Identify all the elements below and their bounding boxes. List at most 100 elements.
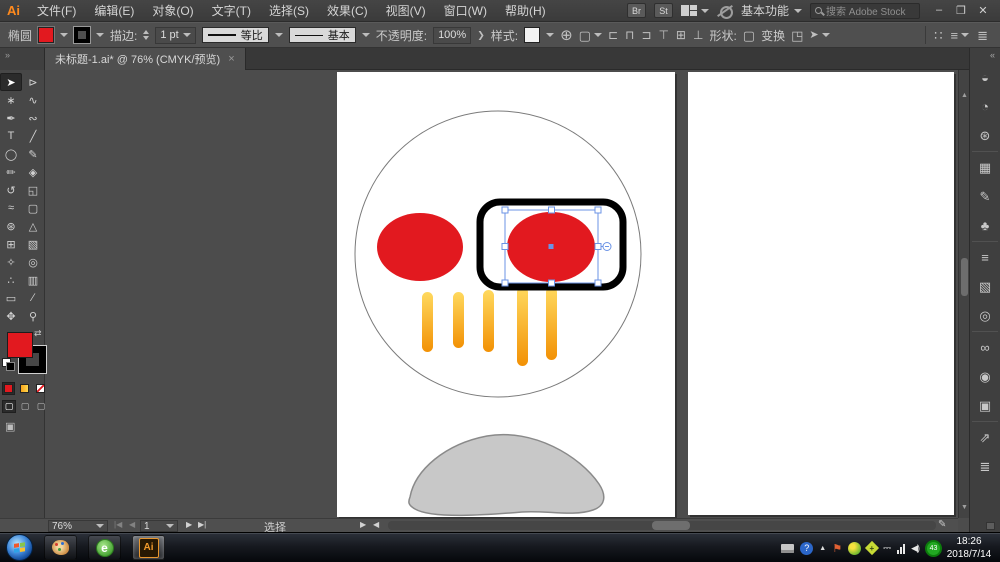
document-tab[interactable]: 未标题-1.ai* @ 76% (CMYK/预览) ×	[45, 48, 246, 70]
zoom-tool[interactable]: ⚲	[22, 307, 44, 325]
width-tool[interactable]: ≈	[0, 199, 22, 217]
cc-libraries-panel-icon[interactable]: ∞	[970, 333, 1000, 362]
brush-definition-dropdown[interactable]: 基本	[289, 27, 356, 43]
swatches-panel-icon[interactable]: ▦	[970, 153, 1000, 182]
lasso-tool[interactable]: ∿	[22, 91, 44, 109]
network-globe-icon[interactable]	[848, 542, 861, 555]
column-graph-tool[interactable]: ▥	[22, 271, 44, 289]
curvature-tool[interactable]: ∾	[22, 109, 44, 127]
blend-tool[interactable]: ◎	[22, 253, 44, 271]
selection-tool[interactable]: ➤	[0, 73, 22, 91]
mesh-tool[interactable]: ⊞	[0, 235, 22, 253]
export-panel-icon[interactable]: ⇗	[970, 423, 1000, 452]
first-artboard-icon[interactable]: |◀	[114, 520, 122, 529]
ellipse-tool[interactable]: ◯	[0, 145, 22, 163]
artboard-navigation-dropdown[interactable]: 1	[140, 520, 178, 532]
fill-dropdown-icon[interactable]	[60, 33, 68, 37]
menu-file[interactable]: 文件(F)	[28, 2, 85, 19]
shape-builder-tool[interactable]: ⊛	[0, 217, 22, 235]
menu-type[interactable]: 文字(T)	[203, 2, 260, 19]
taskbar-clock[interactable]: 18:26 2018/7/14	[941, 535, 997, 561]
chevron-down-icon[interactable]	[546, 33, 554, 37]
gradient-tool[interactable]: ▧	[22, 235, 44, 253]
hand-tool[interactable]: ✥	[0, 307, 22, 325]
gradient-panel-icon[interactable]: ▧	[970, 272, 1000, 301]
graphic-styles-panel-icon[interactable]: ▣	[970, 391, 1000, 420]
touch-workspace-icon[interactable]	[717, 4, 733, 17]
prev-artboard-icon[interactable]: ◀	[129, 520, 135, 529]
scroll-left-icon[interactable]: ▶	[360, 520, 366, 529]
stroke-width-value[interactable]: 1 pt	[155, 27, 195, 44]
gradient-button[interactable]	[18, 382, 31, 395]
stock-button[interactable]: St	[654, 3, 673, 18]
dots-grid-icon[interactable]: ∷	[934, 29, 942, 42]
pencil-tool[interactable]: ✏	[0, 163, 22, 181]
screen-mode-icon[interactable]: ▣	[5, 420, 15, 433]
menu-window[interactable]: 窗口(W)	[435, 2, 496, 19]
handle-sw[interactable]	[502, 280, 508, 286]
type-tool[interactable]: T	[0, 127, 22, 145]
menu-effect[interactable]: 效果(C)	[318, 2, 377, 19]
battery-percent-badge[interactable]: 43	[925, 540, 942, 557]
align-middle-icon[interactable]: ⊞	[676, 28, 686, 42]
color-panel-icon[interactable]: ◒	[970, 63, 1000, 92]
draw-normal-icon[interactable]: ▢	[2, 400, 16, 413]
transform-label[interactable]: 变换	[761, 27, 785, 44]
artboard-tool[interactable]: ▭	[0, 289, 22, 307]
arrange-documents-button[interactable]	[681, 5, 709, 17]
menu-help[interactable]: 帮助(H)	[496, 2, 555, 19]
opacity-value[interactable]: 100%	[433, 27, 471, 44]
horizontal-scroll-thumb[interactable]	[652, 521, 690, 530]
handle-ne[interactable]	[595, 207, 601, 213]
gradient-bar-3[interactable]	[483, 290, 494, 352]
taskbar-browser-button[interactable]: e	[88, 535, 121, 560]
vertical-scrollbar[interactable]: ▲ ▼	[958, 70, 969, 518]
last-artboard-icon[interactable]: ▶|	[198, 520, 206, 529]
free-transform-tool[interactable]: ▢	[22, 199, 44, 217]
input-method-icon[interactable]	[781, 544, 794, 553]
gradient-bar-4[interactable]	[517, 287, 528, 366]
taskbar-paint-app-button[interactable]	[44, 535, 77, 560]
align-left-icon[interactable]: ⊏	[608, 28, 618, 42]
isolate-mode-icon[interactable]: ◳	[791, 29, 803, 42]
stock-search-input[interactable]: 搜索 Adobe Stock	[810, 3, 920, 19]
handle-s[interactable]	[549, 280, 555, 286]
menu-edit[interactable]: 编辑(E)	[85, 2, 143, 19]
align-center-icon[interactable]: ⊓	[625, 28, 634, 42]
rotate-tool[interactable]: ↺	[0, 181, 22, 199]
recolor-artwork-icon[interactable]: ⊕	[560, 28, 573, 43]
minimize-button[interactable]: –	[928, 4, 950, 17]
help-tray-icon[interactable]: ?	[800, 542, 813, 555]
width-profile-dropdown[interactable]: 等比	[202, 27, 269, 43]
color-button[interactable]	[2, 382, 15, 395]
default-fill-stroke-icon[interactable]	[2, 358, 14, 370]
stroke-dropdown-icon[interactable]	[96, 33, 104, 37]
color-guide-panel-icon[interactable]: ◔	[970, 92, 1000, 121]
handle-n[interactable]	[549, 207, 555, 213]
show-hidden-icons[interactable]: ▲	[819, 545, 826, 552]
perspective-grid-tool[interactable]: △	[22, 217, 44, 235]
scale-tool[interactable]: ◱	[22, 181, 44, 199]
action-center-icon[interactable]: ⚑	[832, 542, 842, 555]
magic-wand-tool[interactable]: ∗	[0, 91, 22, 109]
gradient-bar-1[interactable]	[422, 292, 433, 352]
left-red-ellipse[interactable]	[377, 213, 463, 281]
shape-widget-icon[interactable]: ▢	[743, 29, 755, 42]
fill-indicator[interactable]	[7, 332, 33, 358]
brushes-panel-icon[interactable]: ✎	[970, 182, 1000, 211]
menu-object[interactable]: 对象(O)	[143, 2, 202, 19]
align-right-icon[interactable]: ⊐	[641, 28, 651, 42]
handle-w[interactable]	[502, 244, 508, 250]
stroke-width-stepper[interactable]	[143, 30, 149, 40]
swap-fill-stroke-icon[interactable]: ⇄	[34, 328, 42, 339]
eyedropper-tool[interactable]: ✧	[0, 253, 22, 271]
power-plug-icon[interactable]: ⎓	[883, 543, 891, 554]
horizontal-scrollbar[interactable]	[388, 521, 936, 530]
vertical-scroll-thumb[interactable]	[961, 258, 968, 296]
menu-select[interactable]: 选择(S)	[260, 2, 318, 19]
tab-close-icon[interactable]: ×	[228, 53, 234, 65]
artboard-2[interactable]	[688, 72, 954, 515]
volume-icon[interactable]: ◀)	[911, 543, 919, 554]
paintbrush-tool[interactable]: ✎	[22, 145, 44, 163]
layers-panel-icon[interactable]: ≣	[970, 452, 1000, 481]
